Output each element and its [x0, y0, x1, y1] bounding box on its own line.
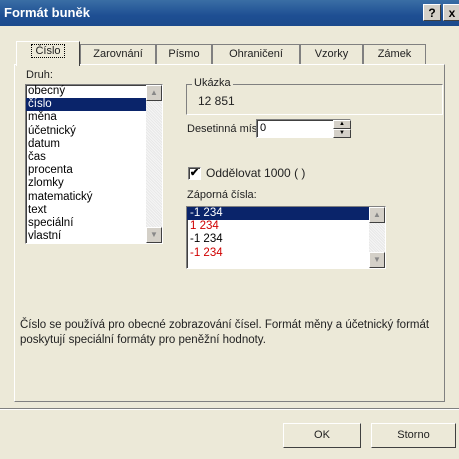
category-item[interactable]: účetnický: [26, 125, 162, 138]
negative-label: Záporná čísla:: [187, 189, 257, 201]
category-label: Druh:: [26, 69, 53, 81]
spin-down-icon[interactable]: ▼: [333, 129, 351, 138]
negative-items: -1 234 1 234 -1 234 -1 234: [187, 207, 385, 260]
negative-listbox[interactable]: -1 234 1 234 -1 234 -1 234 ▲ ▼: [186, 206, 386, 269]
sample-value: 12 851: [198, 94, 235, 108]
tab-pismo[interactable]: Písmo: [156, 44, 212, 65]
tab-ohraniceni[interactable]: Ohraničení: [212, 44, 300, 65]
tab-zamek[interactable]: Zámek: [363, 44, 426, 65]
button-separator: [0, 408, 459, 410]
category-item[interactable]: obecný: [26, 85, 162, 98]
category-items: obecný číslo měna účetnický datum čas procenta…: [26, 85, 162, 243]
tab-cislo[interactable]: Číslo: [16, 41, 80, 66]
dialog-body: Číslo Zarovnání Písmo Ohraničení Vzorky …: [0, 26, 459, 459]
scroll-down-icon[interactable]: ▼: [146, 227, 162, 243]
help-button[interactable]: ?: [423, 4, 441, 21]
category-item[interactable]: datum: [26, 138, 162, 151]
tab-zarovnani[interactable]: Zarovnání: [80, 44, 156, 65]
thousands-label: Oddělovat 1000 ( ): [206, 166, 306, 180]
category-item[interactable]: procenta: [26, 164, 162, 177]
ok-button[interactable]: OK: [283, 423, 361, 448]
scroll-up-icon[interactable]: ▲: [146, 85, 162, 101]
category-item[interactable]: číslo: [26, 98, 162, 112]
decimals-spinner[interactable]: ▲ ▼: [333, 120, 351, 138]
scroll-down-icon[interactable]: ▼: [369, 252, 385, 268]
tab-vzorky[interactable]: Vzorky: [300, 44, 363, 65]
negative-scrollbar[interactable]: ▲ ▼: [369, 207, 385, 268]
category-item[interactable]: vlastní: [26, 230, 162, 243]
window-title: Formát buněk: [4, 5, 90, 20]
negative-format-item[interactable]: -1 234: [187, 207, 385, 221]
scroll-up-icon[interactable]: ▲: [369, 207, 385, 223]
negative-format-item[interactable]: -1 234: [187, 247, 385, 260]
close-button[interactable]: x: [443, 4, 459, 21]
negative-format-item[interactable]: 1 234: [187, 220, 385, 233]
category-item[interactable]: měna: [26, 111, 162, 124]
spin-up-icon[interactable]: ▲: [333, 120, 351, 129]
negative-format-item[interactable]: -1 234: [187, 233, 385, 246]
format-description: Číslo se používá pro obecné zobrazování …: [20, 319, 430, 346]
title-bar: Formát buněk ? x: [0, 0, 459, 26]
category-item[interactable]: matematický: [26, 191, 162, 204]
tab-strip: Číslo Zarovnání Písmo Ohraničení Vzorky …: [14, 41, 459, 66]
category-scrollbar[interactable]: ▲ ▼: [146, 85, 162, 243]
category-item[interactable]: speciální: [26, 217, 162, 230]
thousands-checkbox[interactable]: ✔: [188, 167, 201, 180]
sample-label: Ukázka: [192, 77, 233, 89]
tab-cislo-label: Číslo: [31, 44, 65, 58]
category-item[interactable]: čas: [26, 151, 162, 164]
cancel-button[interactable]: Storno: [371, 423, 456, 448]
category-listbox[interactable]: obecný číslo měna účetnický datum čas procenta…: [25, 84, 163, 244]
category-item[interactable]: zlomky: [26, 177, 162, 190]
category-item[interactable]: text: [26, 204, 162, 217]
